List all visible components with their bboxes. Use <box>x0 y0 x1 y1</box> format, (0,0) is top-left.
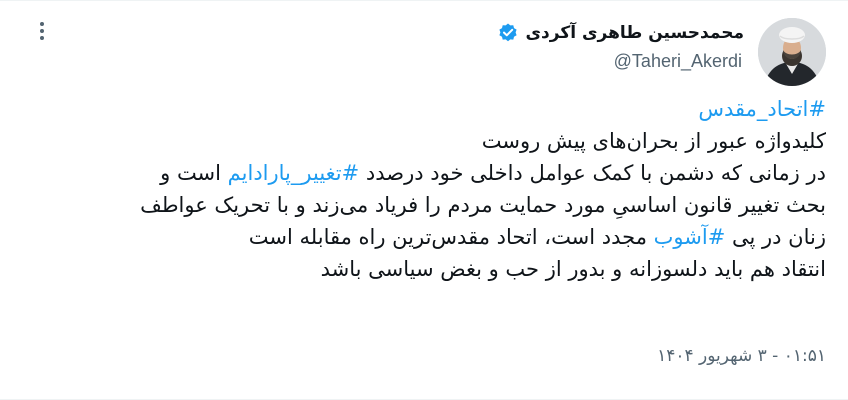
author-name-row: محمدحسین طاهری آکردی <box>497 22 744 44</box>
tweet-line: #اتحاد_مقدس <box>26 93 826 125</box>
tweet-text-segment: است و <box>160 161 228 185</box>
tweet-line: زنان در پی #آشوب مجدد است، اتحاد مقدس‌تر… <box>26 221 826 253</box>
tweet-line: انتقاد هم باید دلسوزانه و بدور از حب و ب… <box>320 257 826 281</box>
more-options-button[interactable] <box>30 19 54 43</box>
author-display-name[interactable]: محمدحسین طاهری آکردی <box>525 23 744 43</box>
hashtag-link[interactable]: #تغییر_پارادایم <box>228 161 360 185</box>
tweet-text-segment: زنان در پی <box>725 225 826 249</box>
tweet-line: در زمانی که دشمن با کمک عوامل داخلی خود … <box>26 157 826 189</box>
tweet-text-segment: در زمانی که دشمن با کمک عوامل داخلی خود … <box>359 161 826 185</box>
tweet-text-segment: مجدد است، اتحاد مقدس‌ترین راه مقابله است <box>248 225 654 249</box>
tweet-timestamp[interactable]: ۰۱:۵۱ - ۳ شهریور ۱۴۰۴ <box>657 346 826 366</box>
avatar-image <box>758 18 826 86</box>
author-handle[interactable]: @Taheri_Akerdi <box>614 51 742 72</box>
tweet-text: #اتحاد_مقدس کلیدواژه عبور از بحران‌های پ… <box>26 93 826 285</box>
verified-badge-icon <box>497 22 519 44</box>
tweet-card: محمدحسین طاهری آکردی @Taheri_Akerdi #اتح… <box>0 0 848 400</box>
avatar[interactable] <box>758 18 826 86</box>
tweet-line: کلیدواژه عبور از بحران‌های پیش روست <box>481 129 826 153</box>
hashtag-link[interactable]: #آشوب <box>654 225 726 249</box>
hashtag-link[interactable]: #اتحاد_مقدس <box>698 97 826 121</box>
tweet-line: بحث تغییر قانون اساسیِ مورد حمایت مردم ر… <box>140 193 826 217</box>
more-vertical-icon <box>40 22 44 40</box>
